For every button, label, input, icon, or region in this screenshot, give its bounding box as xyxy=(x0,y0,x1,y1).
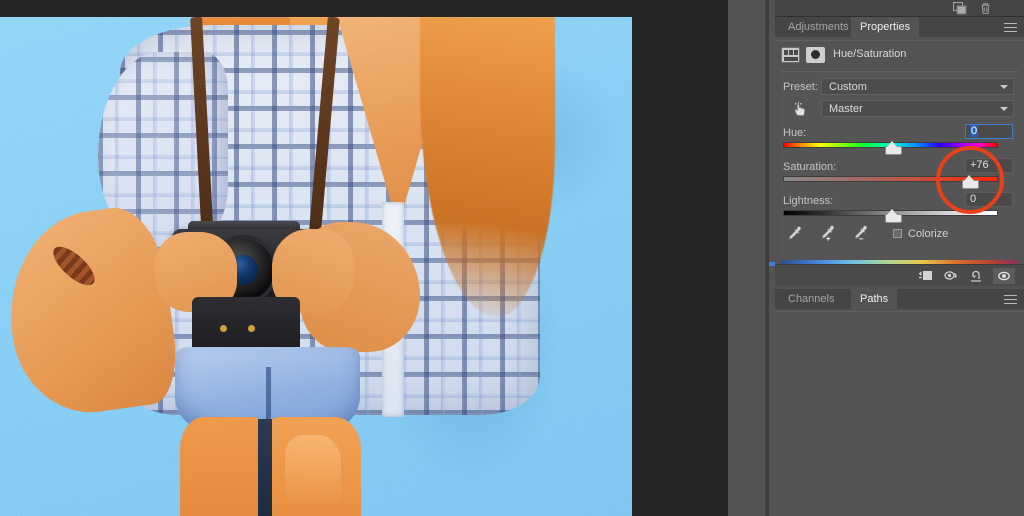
hue-slider-handle[interactable] xyxy=(885,141,902,155)
tab-channels[interactable]: Channels xyxy=(779,289,843,309)
adjustment-layer-thumbnail-icon xyxy=(781,47,800,63)
tab-properties[interactable]: Properties xyxy=(851,17,920,37)
panel-menu-icon[interactable] xyxy=(1004,295,1017,304)
properties-dock: Adjustments Properties Hue/Saturation Pr… xyxy=(775,0,1024,516)
adjustment-title-row: Hue/Saturation xyxy=(781,46,1018,66)
delete-adjustment-layer-icon[interactable] xyxy=(1019,268,1024,284)
eyedropper-add-icon[interactable] xyxy=(818,224,836,242)
channels-paths-tabbar: Channels Paths xyxy=(775,289,1024,309)
lightness-label: Lightness: xyxy=(783,195,834,207)
layers-panel-footer-strip xyxy=(775,0,1024,17)
on-image-adjustment-hand-icon[interactable] xyxy=(793,102,810,117)
properties-footer xyxy=(775,264,1024,286)
eyedropper-icon[interactable] xyxy=(785,224,803,242)
photo-leg-gap-shadow xyxy=(258,419,272,516)
reset-adjustment-icon[interactable] xyxy=(967,268,989,284)
photo-leg-left xyxy=(180,417,265,516)
hue-value: 0 xyxy=(970,125,979,137)
photoshop-workspace xyxy=(0,0,728,516)
hue-value-input[interactable]: 0 xyxy=(965,124,1013,139)
new-adjustment-layer-icon[interactable] xyxy=(953,2,967,15)
hue-slider-row: Hue: 0 xyxy=(781,124,1018,155)
saturation-label: Saturation: xyxy=(783,161,837,173)
annotation-circle-saturation xyxy=(936,146,1004,214)
tab-paths[interactable]: Paths xyxy=(851,289,898,309)
paths-panel-body[interactable] xyxy=(775,311,1024,516)
page-title: Hue/Saturation xyxy=(833,48,907,60)
chevron-down-icon xyxy=(1000,85,1008,89)
canvas-gutter xyxy=(632,0,728,516)
channel-value: Master xyxy=(829,103,863,115)
channel-dropdown[interactable]: Master xyxy=(821,100,1014,117)
preset-label: Preset: xyxy=(783,81,818,93)
eyedropper-row: Colorize xyxy=(781,224,1018,244)
delete-layer-icon[interactable] xyxy=(979,2,993,15)
eyedropper-subtract-icon[interactable] xyxy=(851,224,869,242)
properties-tabbar: Adjustments Properties xyxy=(775,17,1024,37)
collapsed-dock-column[interactable] xyxy=(728,0,766,516)
photo-leg-highlight xyxy=(285,435,341,505)
preset-value: Custom xyxy=(829,81,867,93)
colorize-checkbox[interactable] xyxy=(893,229,902,238)
preset-row: Preset: Custom xyxy=(781,78,1018,96)
dock-divider[interactable] xyxy=(766,0,769,516)
chevron-down-icon xyxy=(1000,107,1008,111)
hue-label: Hue: xyxy=(783,127,807,139)
preset-dropdown[interactable]: Custom xyxy=(821,78,1014,95)
channel-row: Master xyxy=(781,100,1018,118)
lightness-slider-handle[interactable] xyxy=(885,209,902,223)
clip-to-layer-icon[interactable] xyxy=(915,268,937,284)
panel-menu-icon[interactable] xyxy=(1004,23,1017,32)
toggle-layer-visibility-icon[interactable] xyxy=(993,268,1015,284)
colorize-label: Colorize xyxy=(908,228,949,240)
view-previous-state-icon[interactable] xyxy=(941,268,963,284)
tab-adjustments[interactable]: Adjustments xyxy=(779,17,858,37)
document-canvas[interactable] xyxy=(0,17,632,516)
layer-mask-thumbnail-icon[interactable] xyxy=(806,47,825,63)
